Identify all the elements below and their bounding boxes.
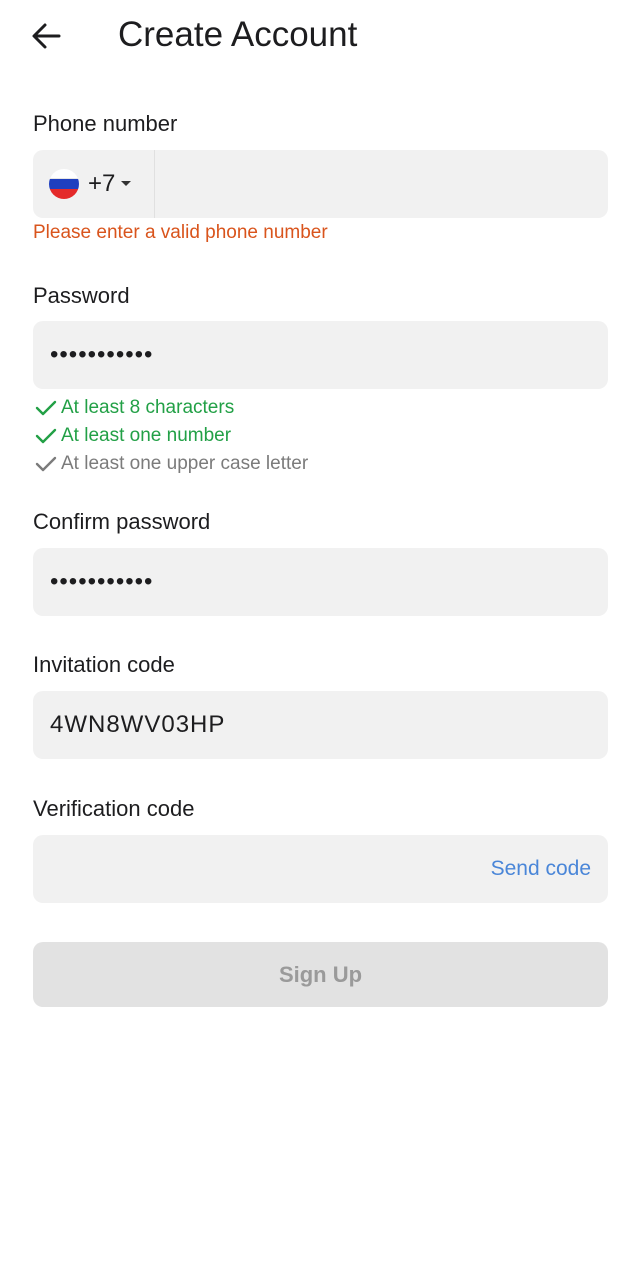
phone-error-message: Please enter a valid phone number	[33, 222, 328, 243]
confirm-password-field	[33, 548, 608, 616]
arrow-left-icon	[32, 23, 61, 49]
caret-down-icon	[121, 181, 131, 186]
check-icon	[35, 400, 57, 416]
page-title: Create Account	[118, 15, 358, 54]
rule-text: At least one upper case letter	[61, 453, 309, 474]
invitation-code-input[interactable]	[50, 691, 470, 759]
send-code-button[interactable]: Send code	[491, 857, 591, 881]
rule-number: At least one number	[35, 422, 308, 450]
verification-code-field: Send code	[33, 835, 608, 903]
rule-uppercase: At least one upper case letter	[35, 450, 308, 478]
check-icon	[35, 428, 57, 444]
phone-label: Phone number	[33, 111, 178, 136]
dial-code: +7	[88, 170, 116, 197]
phone-input[interactable]	[171, 150, 591, 218]
password-rules: At least 8 characters At least one numbe…	[35, 394, 308, 478]
country-code-selector[interactable]: +7	[33, 150, 155, 218]
confirm-password-input[interactable]	[50, 548, 470, 616]
password-input[interactable]	[50, 321, 470, 389]
sign-up-button[interactable]: Sign Up	[33, 942, 608, 1007]
verification-code-label: Verification code	[33, 796, 195, 821]
invitation-code-field	[33, 691, 608, 759]
russia-flag-icon	[49, 169, 79, 199]
phone-field: +7	[33, 150, 608, 218]
password-label: Password	[33, 283, 130, 308]
app-header: Create Account	[0, 0, 640, 72]
confirm-password-label: Confirm password	[33, 509, 211, 534]
rule-min-length: At least 8 characters	[35, 394, 308, 422]
check-icon	[35, 456, 57, 472]
create-account-screen: Create Account Phone number +7 Please en…	[0, 0, 640, 1280]
rule-text: At least 8 characters	[61, 397, 235, 418]
password-field	[33, 321, 608, 389]
invitation-code-label: Invitation code	[33, 652, 175, 677]
verification-code-input[interactable]	[50, 835, 450, 903]
rule-text: At least one number	[61, 425, 232, 446]
back-button[interactable]	[26, 18, 66, 54]
